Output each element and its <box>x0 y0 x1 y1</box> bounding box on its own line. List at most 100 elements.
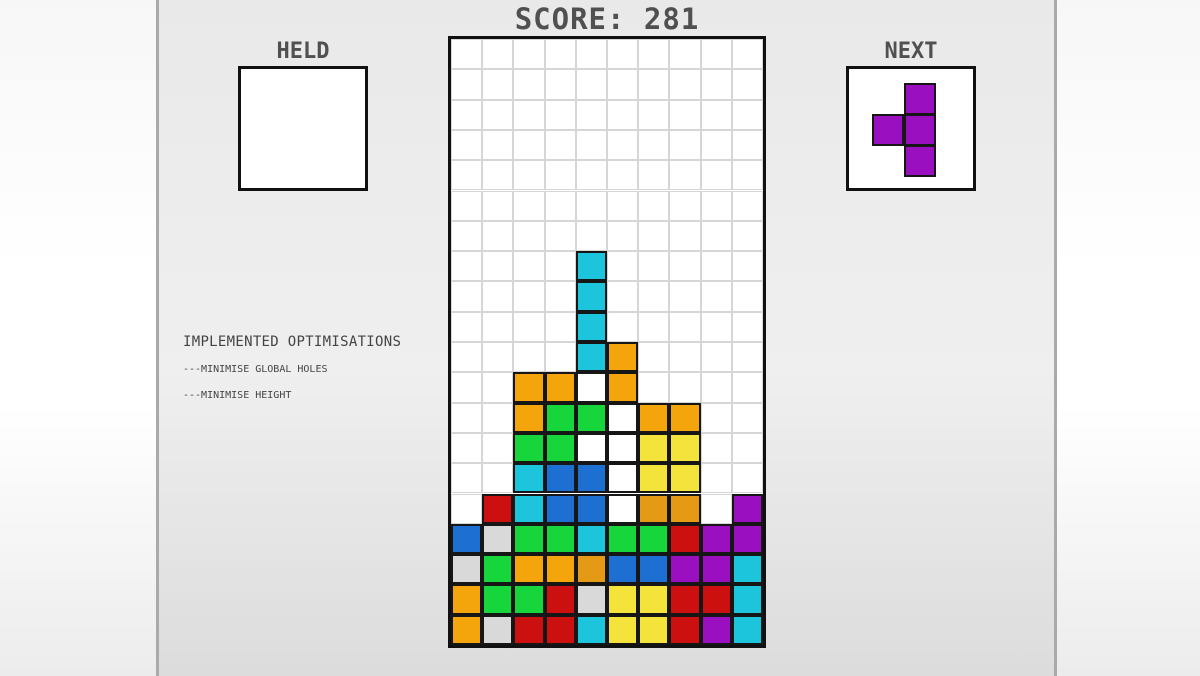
block-cell <box>669 402 701 433</box>
block-cell <box>700 554 732 585</box>
next-title: NEXT <box>884 39 938 64</box>
empty-cell <box>451 99 483 130</box>
empty-cell <box>700 372 732 403</box>
empty-cell <box>451 493 483 524</box>
empty-cell <box>607 99 639 130</box>
block-cell <box>638 614 670 645</box>
empty-cell <box>482 432 514 464</box>
empty-cell <box>482 69 514 100</box>
block-cell <box>575 342 607 373</box>
block-cell <box>544 523 576 555</box>
empty-cell <box>607 251 639 282</box>
empty-cell <box>700 281 732 312</box>
held-title: HELD <box>276 39 330 64</box>
empty-cell <box>700 251 732 282</box>
empty-cell <box>638 99 670 130</box>
empty-cell <box>544 160 576 191</box>
block-cell <box>544 493 576 524</box>
empty-cell <box>731 342 763 373</box>
block-cell <box>575 251 607 282</box>
empty-cell <box>451 432 483 464</box>
block-cell <box>669 523 701 555</box>
block-cell <box>513 372 545 403</box>
block-cell <box>638 554 670 585</box>
block-cell <box>451 554 483 585</box>
optimisation-item: ---MINIMISE GLOBAL HOLES <box>183 364 328 375</box>
block-cell <box>544 614 576 645</box>
empty-cell <box>544 311 576 342</box>
empty-cell <box>731 281 763 312</box>
next-piece-box <box>846 66 976 191</box>
empty-cell <box>513 99 545 130</box>
empty-cell <box>451 402 483 433</box>
empty-cell <box>607 220 639 252</box>
next-piece-cell <box>904 114 936 146</box>
block-cell <box>607 554 639 585</box>
block-cell <box>575 463 607 494</box>
block-cell <box>575 523 607 555</box>
empty-cell <box>607 69 639 100</box>
empty-cell <box>638 372 670 403</box>
empty-cell <box>638 342 670 373</box>
block-cell <box>544 554 576 585</box>
empty-cell <box>731 372 763 403</box>
empty-cell <box>575 160 607 191</box>
block-cell <box>607 463 639 494</box>
block-cell <box>638 523 670 555</box>
empty-cell <box>638 311 670 342</box>
empty-cell <box>575 220 607 252</box>
empty-cell <box>700 129 732 161</box>
empty-cell <box>700 220 732 252</box>
block-cell <box>607 402 639 433</box>
block-cell <box>638 463 670 494</box>
empty-cell <box>451 129 483 161</box>
block-cell <box>513 493 545 524</box>
block-cell <box>731 614 763 645</box>
empty-cell <box>607 129 639 161</box>
empty-cell <box>482 190 514 221</box>
empty-cell <box>451 39 483 70</box>
empty-cell <box>482 281 514 312</box>
empty-cell <box>451 251 483 282</box>
block-cell <box>638 584 670 615</box>
block-cell <box>638 402 670 433</box>
block-cell <box>482 523 514 555</box>
empty-cell <box>607 39 639 70</box>
block-cell <box>607 523 639 555</box>
optimisations-title: IMPLEMENTED OPTIMISATIONS <box>183 334 402 350</box>
empty-cell <box>638 220 670 252</box>
empty-cell <box>669 190 701 221</box>
empty-cell <box>451 160 483 191</box>
block-cell <box>451 614 483 645</box>
block-cell <box>544 584 576 615</box>
right-letterbox <box>1054 0 1200 676</box>
block-cell <box>700 614 732 645</box>
empty-cell <box>669 342 701 373</box>
block-cell <box>607 342 639 373</box>
empty-cell <box>482 342 514 373</box>
block-cell <box>513 614 545 645</box>
block-cell <box>669 432 701 464</box>
empty-cell <box>575 69 607 100</box>
empty-cell <box>638 129 670 161</box>
block-cell <box>731 493 763 524</box>
block-cell <box>731 523 763 555</box>
block-cell <box>482 584 514 615</box>
empty-cell <box>575 129 607 161</box>
block-cell <box>482 614 514 645</box>
empty-cell <box>669 39 701 70</box>
block-cell <box>575 402 607 433</box>
empty-cell <box>544 39 576 70</box>
empty-cell <box>513 342 545 373</box>
empty-cell <box>638 39 670 70</box>
empty-cell <box>482 311 514 342</box>
block-cell <box>607 493 639 524</box>
empty-cell <box>544 69 576 100</box>
empty-cell <box>638 190 670 221</box>
block-cell <box>451 523 483 555</box>
empty-cell <box>482 160 514 191</box>
empty-cell <box>513 69 545 100</box>
empty-cell <box>731 190 763 221</box>
score-display: SCORE: 281 <box>514 2 700 36</box>
empty-cell <box>544 190 576 221</box>
